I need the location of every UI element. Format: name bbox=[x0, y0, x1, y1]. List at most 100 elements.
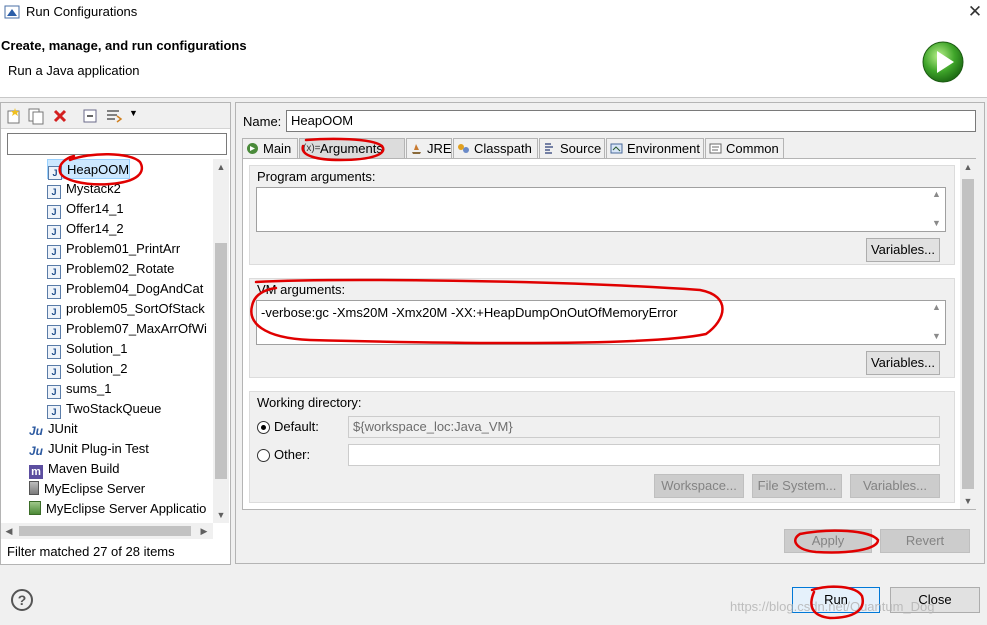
tree-item[interactable]: MyEclipse Server Applicatio bbox=[29, 499, 206, 519]
tree-item[interactable]: J Offer14_2 bbox=[47, 219, 124, 239]
tree-item[interactable]: J Offer14_1 bbox=[47, 199, 124, 219]
java-class-icon: J bbox=[47, 305, 61, 319]
tree-item[interactable]: J Solution_1 bbox=[47, 339, 127, 359]
environment-tab-icon bbox=[610, 143, 623, 154]
name-input[interactable]: HeapOOM bbox=[286, 110, 976, 132]
working-dir-variables-button[interactable]: Variables... bbox=[850, 474, 940, 498]
scroll-up-icon[interactable]: ▲ bbox=[213, 159, 229, 175]
close-window-button[interactable]: ✕ bbox=[964, 1, 986, 23]
main-tab-icon bbox=[247, 143, 258, 154]
tree-item[interactable]: Jproblem05_SortOfStack bbox=[47, 299, 205, 319]
tab-classpath[interactable]: Classpath bbox=[453, 138, 538, 158]
java-class-icon: J bbox=[47, 345, 61, 359]
filter-input[interactable] bbox=[7, 133, 227, 155]
filter-icon[interactable] bbox=[105, 107, 123, 125]
tab-source[interactable]: Source bbox=[539, 138, 605, 158]
vm-arguments-group: VM arguments: -verbose:gc -Xms20M -Xmx20… bbox=[249, 278, 955, 378]
help-icon[interactable]: ? bbox=[11, 589, 33, 611]
tab-common[interactable]: Common bbox=[705, 138, 784, 158]
maven-icon: m bbox=[29, 465, 43, 479]
tab-label: Common bbox=[726, 141, 779, 156]
tab-label: JRE bbox=[427, 141, 452, 156]
tab-label: Main bbox=[263, 141, 292, 156]
textarea-scrollbar[interactable]: ▲ ▼ bbox=[929, 188, 945, 231]
filter-menu-chevron-icon[interactable]: ▼ bbox=[129, 108, 138, 118]
tab-main[interactable]: Main bbox=[242, 138, 298, 158]
eclipse-app-icon bbox=[4, 5, 20, 19]
tree-item[interactable]: J TwoStackQueue bbox=[47, 399, 161, 419]
default-directory-field: ${workspace_loc:Java_VM} bbox=[348, 416, 940, 438]
tab-label: Source bbox=[560, 141, 602, 156]
scroll-thumb[interactable] bbox=[215, 243, 227, 479]
tree-item[interactable]: m Maven Build bbox=[29, 459, 120, 479]
tree-item[interactable]: J Problem07_MaxArrOfWi bbox=[47, 319, 207, 339]
tree-item[interactable]: Ju JUnit bbox=[29, 419, 78, 439]
vm-variables-button[interactable]: Variables... bbox=[866, 351, 940, 375]
program-variables-button[interactable]: Variables... bbox=[866, 238, 940, 262]
tree-item[interactable]: J Problem02_Rotate bbox=[47, 259, 174, 279]
tree-horizontal-scrollbar[interactable]: ◀ ▶ bbox=[1, 523, 213, 539]
server-app-icon bbox=[29, 501, 41, 515]
tab-environment[interactable]: Environment bbox=[606, 138, 704, 158]
dialog-header: Create, manage, and run configurations R… bbox=[0, 26, 987, 98]
scroll-down-icon[interactable]: ▼ bbox=[960, 493, 976, 509]
common-tab-icon bbox=[709, 143, 722, 154]
vm-arguments-textarea[interactable]: -verbose:gc -Xms20M -Xmx20M -XX:+HeapDum… bbox=[256, 300, 946, 345]
tree-item-label: Offer14_2 bbox=[66, 221, 124, 236]
tree-item[interactable]: J HeapOOM bbox=[47, 159, 131, 180]
collapse-all-icon[interactable] bbox=[81, 107, 99, 125]
other-radio[interactable] bbox=[257, 449, 270, 462]
file-system-button[interactable]: File System... bbox=[752, 474, 842, 498]
scroll-down-icon[interactable]: ▼ bbox=[213, 507, 229, 523]
window-title: Run Configurations bbox=[26, 4, 138, 19]
name-label: Name: bbox=[243, 114, 282, 129]
delete-icon[interactable] bbox=[51, 107, 69, 125]
java-class-icon: J bbox=[48, 166, 62, 180]
configuration-editor: Name: HeapOOM Main (x)= Arguments JRE Cl… bbox=[235, 102, 985, 564]
tree-item[interactable]: J Problem01_PrintArr bbox=[47, 239, 180, 259]
tree-item[interactable]: J Solution_2 bbox=[47, 359, 127, 379]
workspace-button[interactable]: Workspace... bbox=[654, 474, 744, 498]
apply-button[interactable]: Apply bbox=[784, 529, 872, 553]
tab-label: Classpath bbox=[474, 141, 532, 156]
java-class-icon: J bbox=[47, 265, 61, 279]
revert-button[interactable]: Revert bbox=[880, 529, 970, 553]
scroll-up-icon[interactable]: ▲ bbox=[960, 159, 976, 175]
tree-item-label: MyEclipse Server bbox=[44, 481, 146, 496]
scroll-thumb[interactable] bbox=[962, 179, 974, 489]
tree-item-label: MyEclipse Server Applicatio bbox=[46, 501, 207, 516]
other-directory-field[interactable] bbox=[348, 444, 940, 466]
arguments-tab-icon: (x)= bbox=[303, 143, 321, 154]
tree-item-label: Solution_2 bbox=[66, 361, 128, 376]
scroll-right-icon[interactable]: ▶ bbox=[196, 523, 212, 539]
program-arguments-textarea[interactable]: ▲ ▼ bbox=[256, 187, 946, 232]
tree-item[interactable]: MyEclipse Server bbox=[29, 479, 145, 499]
tree-item-label: Mystack2 bbox=[66, 181, 121, 196]
tab-vertical-scrollbar[interactable]: ▲ ▼ bbox=[960, 159, 976, 509]
jre-tab-icon bbox=[412, 144, 421, 154]
new-configuration-icon[interactable] bbox=[5, 107, 23, 125]
tree-item-label: sums_1 bbox=[66, 381, 112, 396]
configurations-tree: J HeapOOM J Mystack2 J Offer14_1 J Offer14_2 J Pr… bbox=[1, 159, 213, 523]
junit-plugin-icon: Ju bbox=[29, 444, 44, 458]
tree-item[interactable]: Ju JUnit Plug-in Test bbox=[29, 439, 149, 459]
tree-item-label: JUnit Plug-in Test bbox=[48, 441, 149, 456]
java-class-icon: J bbox=[47, 225, 61, 239]
tab-arguments[interactable]: (x)= Arguments bbox=[299, 138, 405, 158]
tab-jre[interactable]: JRE bbox=[406, 138, 452, 158]
scroll-thumb[interactable] bbox=[19, 526, 191, 536]
vm-arguments-label: VM arguments: bbox=[257, 282, 346, 297]
java-class-icon: J bbox=[47, 185, 61, 199]
textarea-scrollbar[interactable]: ▲ ▼ bbox=[929, 301, 945, 344]
working-directory-label: Working directory: bbox=[257, 395, 362, 410]
vm-arguments-value: -verbose:gc -Xms20M -Xmx20M -XX:+HeapDum… bbox=[261, 305, 678, 320]
tree-item[interactable]: J Mystack2 bbox=[47, 179, 121, 199]
scroll-left-icon[interactable]: ◀ bbox=[1, 523, 17, 539]
duplicate-icon[interactable] bbox=[27, 107, 45, 125]
tree-item[interactable]: J Problem04_DogAndCat bbox=[47, 279, 203, 299]
tree-item[interactable]: Jsums_1 bbox=[47, 379, 112, 399]
tree-vertical-scrollbar[interactable]: ▲ ▼ bbox=[213, 159, 229, 523]
default-radio[interactable] bbox=[257, 421, 270, 434]
source-tab-icon bbox=[545, 143, 553, 154]
tree-item-label: JUnit bbox=[48, 421, 78, 436]
